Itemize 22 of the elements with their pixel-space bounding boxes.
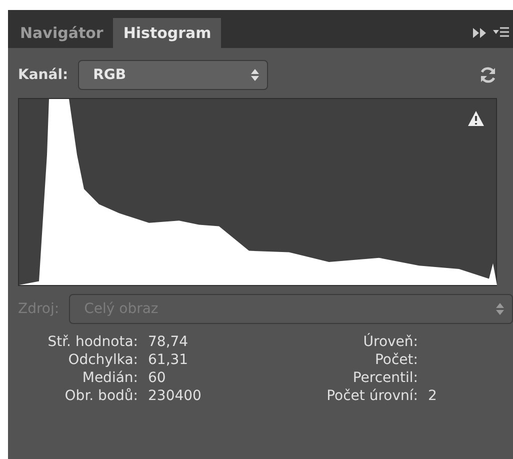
stat-value: 78,74: [148, 334, 190, 350]
collapse-icon[interactable]: [473, 28, 487, 38]
refresh-icon[interactable]: [479, 66, 497, 84]
stat-value: 60: [148, 370, 167, 386]
stat-label: Odchylka:: [67, 352, 138, 368]
stat-value: 61,31: [148, 352, 190, 368]
stat-label: Percentil:: [352, 370, 418, 386]
stat-value: 2: [428, 388, 438, 404]
panel-menu-icon[interactable]: [493, 27, 509, 39]
stat-label: Počet úrovní:: [326, 388, 418, 404]
stepper-arrows-icon: [251, 69, 260, 81]
stat-label: Počet:: [374, 352, 418, 368]
panel-tab[interactable]: Histogram: [113, 18, 222, 48]
stat-label: Úroveň:: [362, 334, 418, 350]
panel-tab[interactable]: Navigátor: [10, 18, 114, 48]
stat-label: Obr. bodů:: [64, 388, 138, 404]
stepper-arrows-icon: [496, 303, 504, 315]
stat-label: Medián:: [81, 370, 138, 386]
stat-label: Stř. hodnota:: [46, 334, 138, 350]
channel-select[interactable]: RGB: [78, 60, 268, 90]
channel-label: Kanál:: [18, 67, 68, 83]
stat-value: 230400: [148, 388, 202, 404]
